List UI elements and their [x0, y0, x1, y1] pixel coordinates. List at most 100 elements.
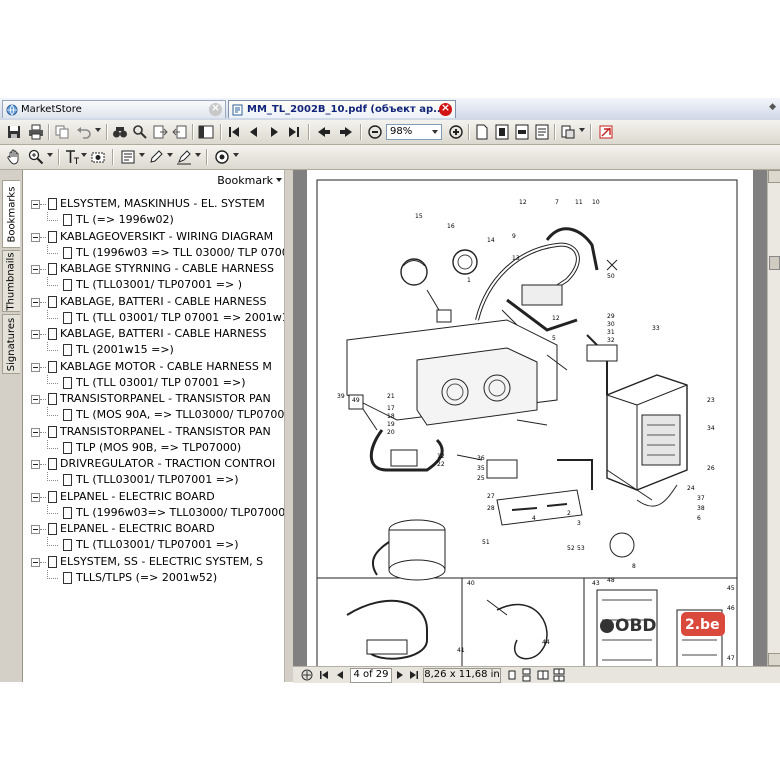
callout-number: 24	[687, 485, 695, 492]
single-page-icon[interactable]	[507, 668, 517, 682]
callout-number: 37	[697, 495, 705, 502]
tab-thumbnails[interactable]: Thumbnails	[2, 250, 20, 312]
find-icon[interactable]	[112, 124, 128, 140]
close-tab-icon[interactable]	[209, 101, 222, 116]
collapse-toggle-icon[interactable]	[31, 525, 40, 534]
tab-marketstore[interactable]: MarketStore	[2, 100, 226, 118]
zoom-out-icon[interactable]	[367, 124, 383, 140]
callout-number: 29	[607, 313, 615, 320]
collapse-toggle-icon[interactable]	[31, 362, 40, 372]
collapse-toggle-icon[interactable]	[31, 395, 40, 404]
pan-mode-icon[interactable]	[301, 668, 313, 682]
reflow-icon[interactable]	[534, 124, 550, 140]
bookmark-page-icon	[63, 246, 72, 259]
collapse-toggle-icon[interactable]	[31, 557, 40, 567]
first-page-icon[interactable]	[319, 668, 329, 682]
tab-label: Bookmarks	[6, 186, 17, 242]
page-number-field[interactable]: 4 of 29	[350, 668, 392, 683]
back-icon[interactable]	[316, 124, 332, 140]
collapse-toggle-icon[interactable]	[31, 200, 40, 209]
zoom-in-icon[interactable]	[448, 124, 464, 140]
bookmark-label: TL (MOS 90A, => TLL03000/ TLP07000	[76, 408, 285, 421]
tab-signatures[interactable]: Signatures	[2, 314, 20, 374]
collapse-toggle-icon[interactable]	[31, 492, 40, 502]
facing-pages-icon[interactable]	[537, 668, 549, 682]
zoom-dropdown-icon[interactable]	[432, 130, 438, 134]
export-icon[interactable]	[172, 124, 188, 140]
rotate-icon[interactable]	[560, 124, 576, 140]
close-tab-icon[interactable]	[439, 101, 452, 116]
next-page-icon[interactable]	[395, 668, 405, 682]
callout-number: 53	[577, 545, 585, 552]
tab-list-arrow-icon[interactable]: ◆	[769, 102, 776, 112]
previous-page-icon[interactable]	[335, 668, 345, 682]
comment-icon[interactable]	[120, 149, 136, 165]
bookmark-tree: ELSYSTEM, MASKINHUS - EL. SYSTEM TL (=> 1…	[23, 196, 285, 682]
import-icon[interactable]	[152, 124, 168, 140]
pencil-icon[interactable]	[148, 149, 164, 165]
print-icon[interactable]	[28, 124, 44, 140]
search-icon[interactable]	[132, 124, 148, 140]
callout-number: 14	[487, 237, 495, 244]
bookmark-label: TLP (MOS 90B, => TLP07000)	[76, 440, 242, 454]
collapse-toggle-icon[interactable]	[31, 460, 40, 469]
callout-number: 40	[467, 580, 475, 587]
bookmark-label: TL (2001w15 =>)	[76, 343, 174, 356]
pdf-page: 15 16 12 7 11 10 9 14 13 12 5 50 1 29 30 31 32 33 39 49 21 17…	[307, 170, 753, 666]
collapse-toggle-icon[interactable]	[31, 265, 40, 274]
vertical-scrollbar[interactable]	[767, 170, 780, 666]
collapse-toggle-icon[interactable]	[31, 297, 40, 307]
actual-size-icon[interactable]	[474, 124, 490, 140]
tab-label: Thumbnails	[6, 251, 18, 311]
continuous-facing-icon[interactable]	[553, 668, 565, 682]
tab-pdf-document[interactable]: MM_TL_2002B_10.pdf (объект ар...	[228, 100, 456, 118]
continuous-page-icon[interactable]	[521, 668, 533, 682]
scroll-down-icon[interactable]	[768, 653, 780, 666]
hand-tool-icon[interactable]	[6, 149, 22, 165]
last-page-icon[interactable]	[286, 124, 302, 140]
callout-number: 45	[727, 585, 735, 592]
bookmark-label: TL (TLL03001/ TLP07001 => )	[76, 278, 242, 291]
callout-number: 49	[352, 397, 360, 404]
bookmark-page-icon	[48, 230, 57, 243]
collapse-toggle-icon[interactable]	[31, 427, 40, 437]
tab-bookmarks[interactable]: Bookmarks	[2, 180, 20, 248]
callout-number: 30	[607, 321, 615, 328]
panel-splitter[interactable]	[284, 170, 293, 682]
collapse-toggle-icon[interactable]	[31, 330, 40, 339]
snapshot-icon[interactable]	[90, 149, 106, 165]
callout-number: 3	[577, 520, 581, 527]
document-view[interactable]: 15 16 12 7 11 10 9 14 13 12 5 50 1 29 30 31 32 33 39 49 21 17…	[293, 170, 767, 666]
scroll-up-icon[interactable]	[768, 170, 780, 183]
next-page-icon[interactable]	[266, 124, 282, 140]
fit-width-icon[interactable]	[514, 124, 530, 140]
callout-number: 20	[387, 429, 395, 436]
save-icon[interactable]	[6, 124, 22, 140]
bookmark-label: TL (1996w03 => TLL 03000/ TLP 07000	[76, 245, 285, 259]
sidebar-toggle-icon[interactable]	[198, 124, 214, 140]
first-page-icon[interactable]	[226, 124, 242, 140]
collapse-toggle-icon[interactable]	[31, 232, 40, 242]
scroll-thumb[interactable]	[769, 256, 780, 270]
callout-number: 12	[437, 453, 445, 460]
previous-page-icon[interactable]	[246, 124, 262, 140]
callout-number: 44	[542, 639, 550, 646]
zoom-tool-icon[interactable]	[28, 149, 44, 165]
copy-icon[interactable]	[54, 124, 70, 140]
highlight-icon[interactable]	[176, 149, 192, 165]
bookmark-menu-button[interactable]: Bookmark	[217, 174, 282, 187]
callout-number: 43	[592, 580, 600, 587]
bookmark-panel: Bookmark ELSYSTEM, MASKINHUS - EL. SYSTE…	[22, 170, 285, 682]
bookmark-page-icon	[63, 571, 72, 584]
last-page-icon[interactable]	[409, 668, 419, 682]
create-pdf-icon[interactable]	[598, 124, 614, 140]
bookmark-page-icon	[48, 490, 57, 503]
callout-number: 10	[592, 199, 600, 206]
fit-page-icon[interactable]	[494, 124, 510, 140]
bookmark-label: ELSYSTEM, MASKINHUS - EL. SYSTEM	[60, 197, 265, 210]
globe-icon	[6, 104, 18, 116]
select-text-icon[interactable]	[64, 149, 80, 165]
stamp-icon[interactable]	[214, 149, 230, 165]
forward-icon[interactable]	[338, 124, 354, 140]
undo-icon[interactable]	[76, 124, 92, 140]
